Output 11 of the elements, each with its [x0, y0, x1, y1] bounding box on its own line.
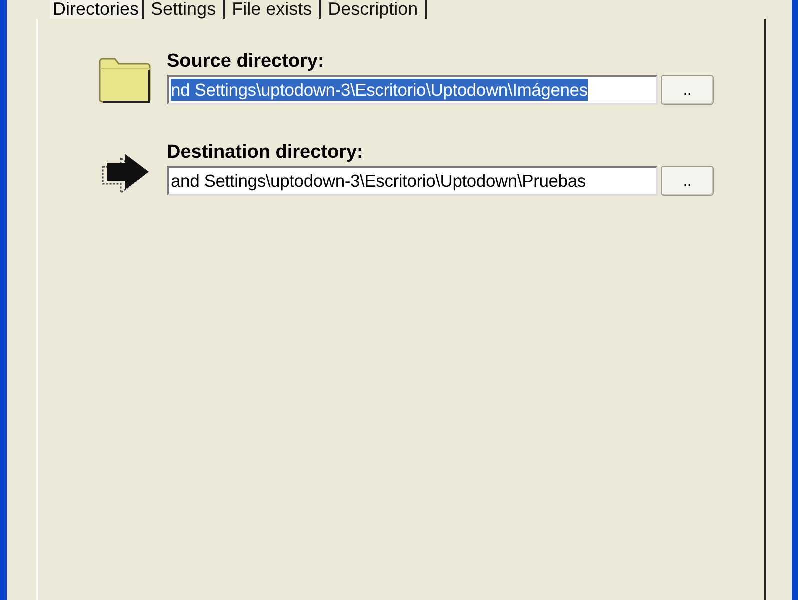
directory-field[interactable]: and Settings\uptodown-3\Escritorio\Uptodown\Pruebas — [167, 166, 658, 196]
browse-button[interactable]: .. — [661, 166, 714, 196]
folder-icon — [96, 56, 152, 104]
tab[interactable]: Settings — [144, 0, 226, 19]
tab[interactable]: Description — [321, 0, 428, 19]
tab[interactable]: Directories — [50, 0, 144, 19]
tab[interactable]: File exists — [225, 0, 322, 19]
field-label: Destination directory: — [167, 142, 364, 164]
field-label: Source directory: — [167, 51, 326, 73]
directory-field[interactable]: nd Settings\uptodown-3\Escritorio\Uptodown\Imágenes — [167, 75, 658, 105]
browse-button[interactable]: .. — [661, 75, 714, 105]
